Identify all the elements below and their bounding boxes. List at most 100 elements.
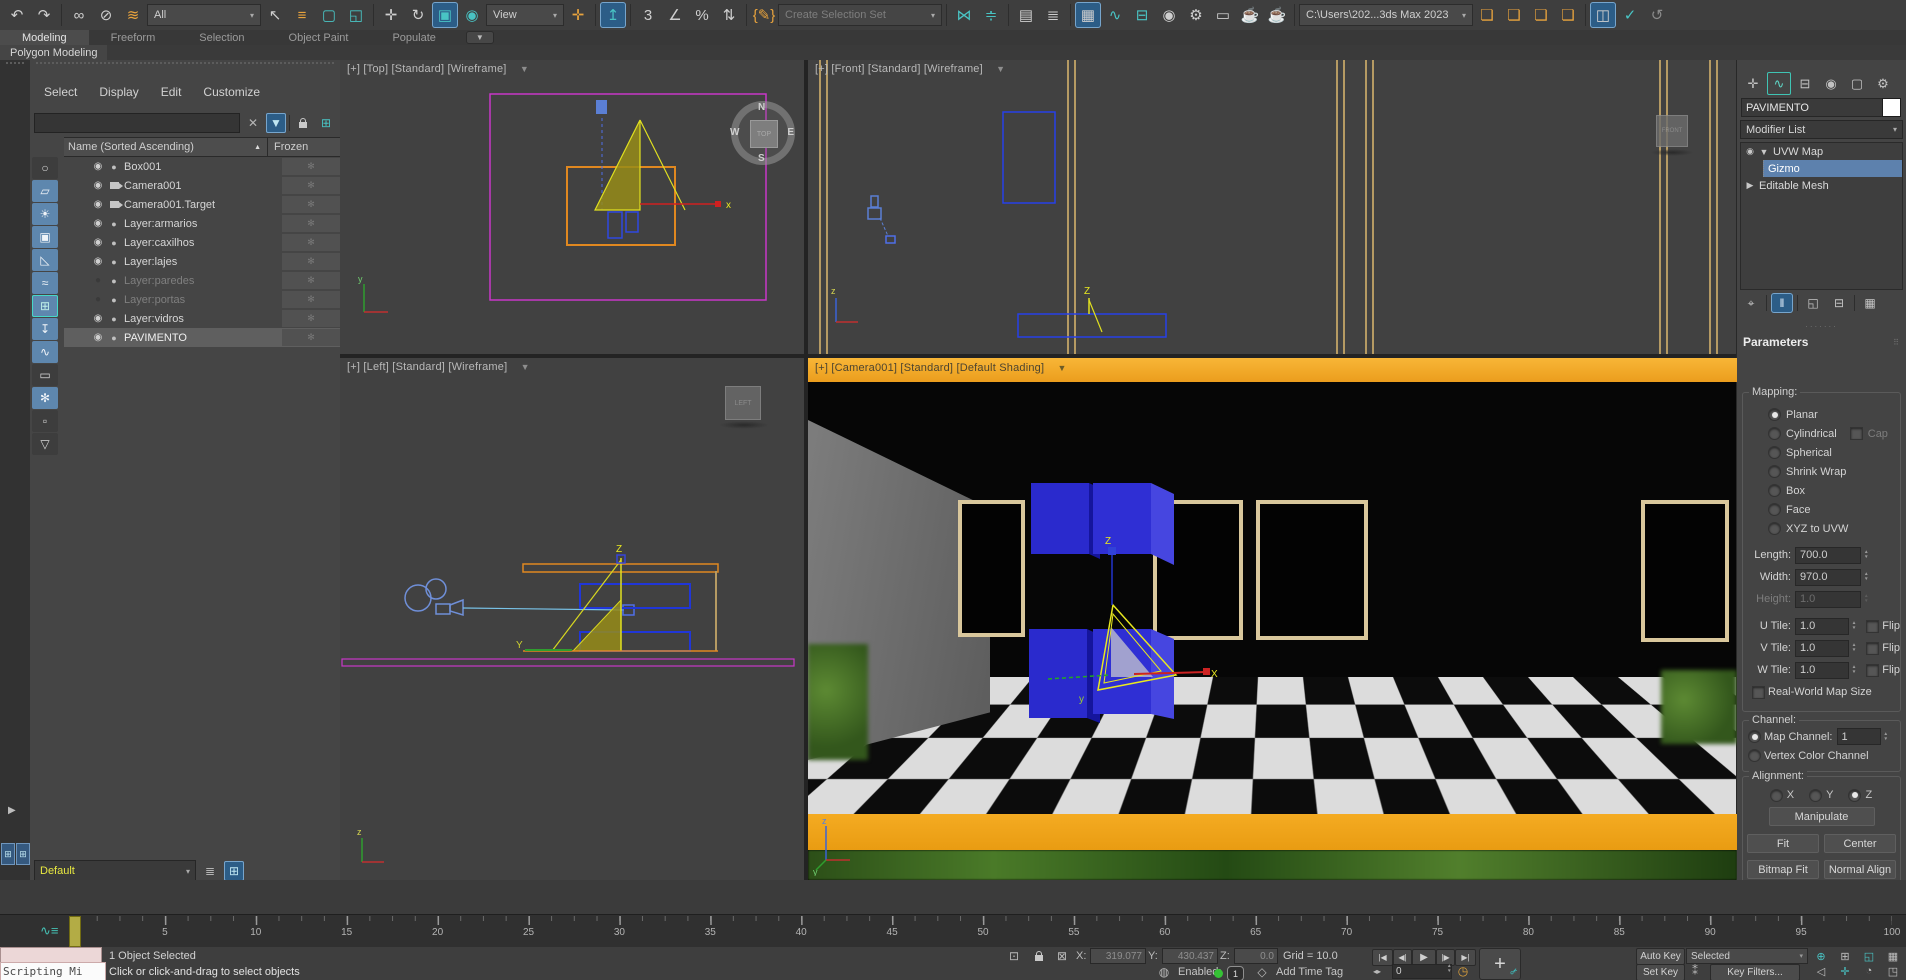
- table-row[interactable]: ◉ ● Layer:vidros ✻: [64, 309, 340, 328]
- snaps-toggle-icon[interactable]: 3: [635, 2, 661, 28]
- layers-list-icon[interactable]: ≣: [200, 861, 220, 881]
- isolate-selection-icon[interactable]: ⊡: [1005, 949, 1023, 963]
- map-channel-field[interactable]: 1: [1837, 728, 1881, 745]
- radio-icon[interactable]: [1769, 447, 1780, 458]
- viewport-top-label[interactable]: [+] [Top] [Standard] [Wireframe] ▼: [347, 63, 529, 75]
- curve-editor-icon[interactable]: ∿: [1102, 2, 1128, 28]
- key-filters-button[interactable]: Key Filters...: [1710, 964, 1800, 980]
- column-name[interactable]: Name (Sorted Ascending): [64, 141, 254, 153]
- viewport-layout-b-icon[interactable]: ⊞: [16, 843, 30, 865]
- u-tile-field[interactable]: 1.0: [1795, 618, 1849, 635]
- rendered-frame-window-icon[interactable]: ▭: [1210, 2, 1236, 28]
- zoom-extents-all-icon[interactable]: ▦: [1882, 949, 1904, 963]
- table-row[interactable]: ◉ Camera001 ✻: [64, 176, 340, 195]
- viewport-label-text[interactable]: [+] [Front] [Standard] [Wireframe]: [815, 63, 983, 75]
- radio-box[interactable]: Box: [1743, 481, 1900, 500]
- radio-icon[interactable]: [1771, 790, 1782, 801]
- stack-item-label[interactable]: UVW Map: [1773, 146, 1823, 158]
- shield-icon[interactable]: ◍: [1155, 965, 1173, 979]
- viewcube-front[interactable]: FRONT: [1656, 115, 1688, 147]
- render-setup-icon[interactable]: ⚙: [1183, 2, 1209, 28]
- menu-display[interactable]: Display: [99, 85, 138, 99]
- menu-edit[interactable]: Edit: [161, 85, 182, 99]
- w-tile-field[interactable]: 1.0: [1795, 662, 1849, 679]
- spinner-arrows[interactable]: ▴▾: [1853, 665, 1856, 675]
- spinner-arrows[interactable]: ▴▾: [1853, 621, 1856, 631]
- motion-tab-icon[interactable]: ◉: [1819, 72, 1843, 95]
- column-chooser-icon[interactable]: ⊞: [316, 113, 336, 133]
- radio-icon[interactable]: [1849, 790, 1860, 801]
- radio-icon[interactable]: [1769, 466, 1780, 477]
- v-tile-field[interactable]: 1.0: [1795, 640, 1849, 657]
- select-and-place-icon[interactable]: ◉: [459, 2, 485, 28]
- track-bar[interactable]: ∿≡ 0 5 10 15 20 25 30 35 40 45 50 55 60 …: [0, 914, 1906, 949]
- align-y-option[interactable]: Y: [1810, 789, 1833, 801]
- stack-item-gizmo[interactable]: Gizmo: [1763, 160, 1902, 177]
- pin-stack-icon[interactable]: ⌖: [1740, 293, 1762, 313]
- funnel-icon[interactable]: ▼: [520, 64, 529, 74]
- modify-tab-icon[interactable]: ∿: [1767, 72, 1791, 95]
- selection-filter-dropdown[interactable]: All ▾: [147, 4, 261, 26]
- radio-label[interactable]: Spherical: [1786, 447, 1832, 459]
- search-input[interactable]: [34, 113, 240, 133]
- stack-item-editable-mesh[interactable]: ▶ Editable Mesh: [1741, 177, 1902, 194]
- center-button[interactable]: Center: [1824, 834, 1896, 853]
- modifier-list-dropdown[interactable]: Modifier List ▾: [1740, 120, 1903, 139]
- frozen-cell[interactable]: ✻: [282, 329, 340, 346]
- radio-label[interactable]: Shrink Wrap: [1786, 466, 1846, 478]
- mirror-icon[interactable]: ⋈: [951, 2, 977, 28]
- filter-bones-icon[interactable]: ∿: [32, 341, 58, 363]
- align-icon[interactable]: ≑: [978, 2, 1004, 28]
- selection-preset-dropdown[interactable]: Default ▾: [34, 860, 196, 882]
- pan-icon[interactable]: ✛: [1834, 964, 1856, 978]
- scene-health-check-icon[interactable]: ✓: [1617, 2, 1643, 28]
- object-color-swatch[interactable]: [1882, 98, 1901, 117]
- lock-explorer-icon[interactable]: [293, 113, 313, 133]
- bitmap-fit-button[interactable]: Bitmap Fit: [1747, 860, 1819, 879]
- filter-lights-icon[interactable]: ☀: [32, 203, 58, 225]
- filter-hidden-icon[interactable]: ▫: [32, 410, 58, 432]
- zoom-icon[interactable]: ⊕: [1810, 949, 1832, 963]
- filter-shapes-icon[interactable]: ▱: [32, 180, 58, 202]
- key-mode-dropdown[interactable]: Selected ▾: [1686, 948, 1808, 964]
- y-coord-field[interactable]: 430.437: [1162, 948, 1218, 964]
- select-object-icon[interactable]: ↖: [262, 2, 288, 28]
- frame-spinner-arrows[interactable]: ▴▾: [1448, 964, 1451, 974]
- schematic-view-icon[interactable]: ⊟: [1129, 2, 1155, 28]
- frozen-cell[interactable]: ✻: [282, 196, 340, 213]
- radio-shrink-wrap[interactable]: Shrink Wrap: [1743, 462, 1900, 481]
- tab-modeling[interactable]: Modeling: [0, 30, 89, 45]
- filter-containers-icon[interactable]: ⊞: [32, 295, 58, 317]
- radio-planar[interactable]: Planar: [1743, 405, 1900, 424]
- vertex-color-radio[interactable]: [1749, 750, 1760, 761]
- subtab-polygon-modeling[interactable]: Polygon Modeling: [0, 45, 107, 60]
- select-by-name-icon[interactable]: ≡: [289, 2, 315, 28]
- bind-to-space-warp-icon[interactable]: ≋: [120, 2, 146, 28]
- spinner-arrows[interactable]: ▴▾: [1865, 572, 1868, 582]
- select-and-move-icon[interactable]: ✛: [378, 2, 404, 28]
- project-folder-dropdown[interactable]: C:\Users\202...3ds Max 2023 ▾: [1299, 4, 1473, 26]
- material-editor-icon[interactable]: ◉: [1156, 2, 1182, 28]
- viewport-label-text[interactable]: [+] [Left] [Standard] [Wireframe]: [347, 361, 507, 373]
- spinner-snap-icon[interactable]: ⇅: [716, 2, 742, 28]
- render-iterative-icon[interactable]: ☕: [1264, 2, 1290, 28]
- parameters-rollout-header[interactable]: Parameters ⠿: [1743, 334, 1900, 350]
- angle-snap-icon[interactable]: ∠: [662, 2, 688, 28]
- stack-item-label[interactable]: Editable Mesh: [1759, 180, 1829, 192]
- maxscript-mini-listener[interactable]: Scripting Mi: [0, 962, 106, 980]
- add-time-tag[interactable]: Add Time Tag: [1276, 966, 1343, 978]
- visibility-eye-icon[interactable]: ◉: [90, 161, 106, 172]
- script-settings-icon[interactable]: ❏: [1474, 2, 1500, 28]
- v-flip-checkbox[interactable]: [1867, 643, 1878, 654]
- visibility-eye-icon[interactable]: ◉: [90, 237, 106, 248]
- hierarchy-view-icon[interactable]: ⊞: [224, 861, 244, 881]
- display-tab-icon[interactable]: ▢: [1845, 72, 1869, 95]
- rectangular-selection-region-icon[interactable]: ▢: [316, 2, 342, 28]
- visibility-eye-icon[interactable]: ◉: [90, 199, 106, 210]
- current-frame-field[interactable]: 0: [1392, 964, 1452, 979]
- frozen-cell[interactable]: ✻: [282, 291, 340, 308]
- viewport-label-text[interactable]: [+] [Camera001] [Standard] [Default Shad…: [815, 362, 1044, 374]
- radio-label[interactable]: Box: [1786, 485, 1805, 497]
- stack-item-label[interactable]: Gizmo: [1768, 163, 1800, 175]
- radio-label[interactable]: Face: [1786, 504, 1810, 516]
